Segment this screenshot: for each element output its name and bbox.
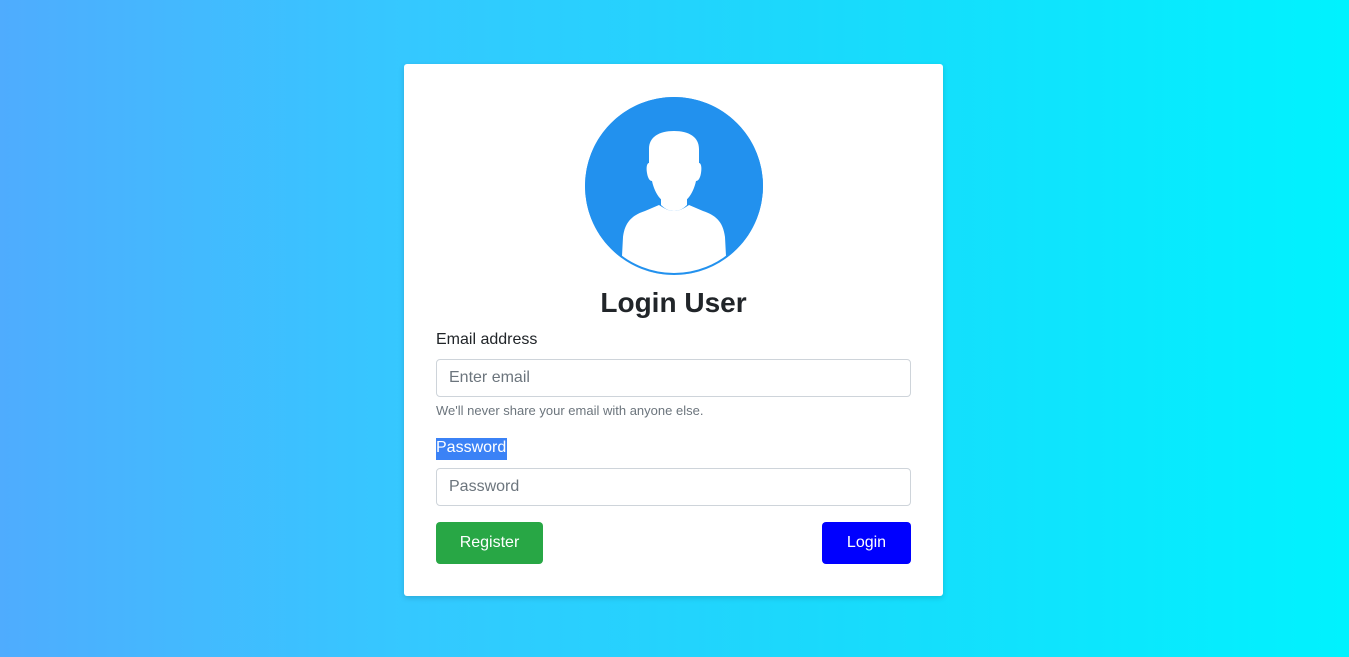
register-button[interactable]: Register <box>436 522 543 564</box>
login-card: Login User Email address We'll never sha… <box>404 64 943 596</box>
email-help-text: We'll never share your email with anyone… <box>436 403 704 418</box>
email-label: Email address <box>436 331 538 348</box>
page-title: Login User <box>600 287 747 318</box>
password-label: Password <box>436 438 508 460</box>
login-button[interactable]: Login <box>822 522 911 564</box>
password-field[interactable] <box>436 468 911 506</box>
user-avatar-icon <box>585 97 763 275</box>
email-field[interactable] <box>436 359 911 397</box>
